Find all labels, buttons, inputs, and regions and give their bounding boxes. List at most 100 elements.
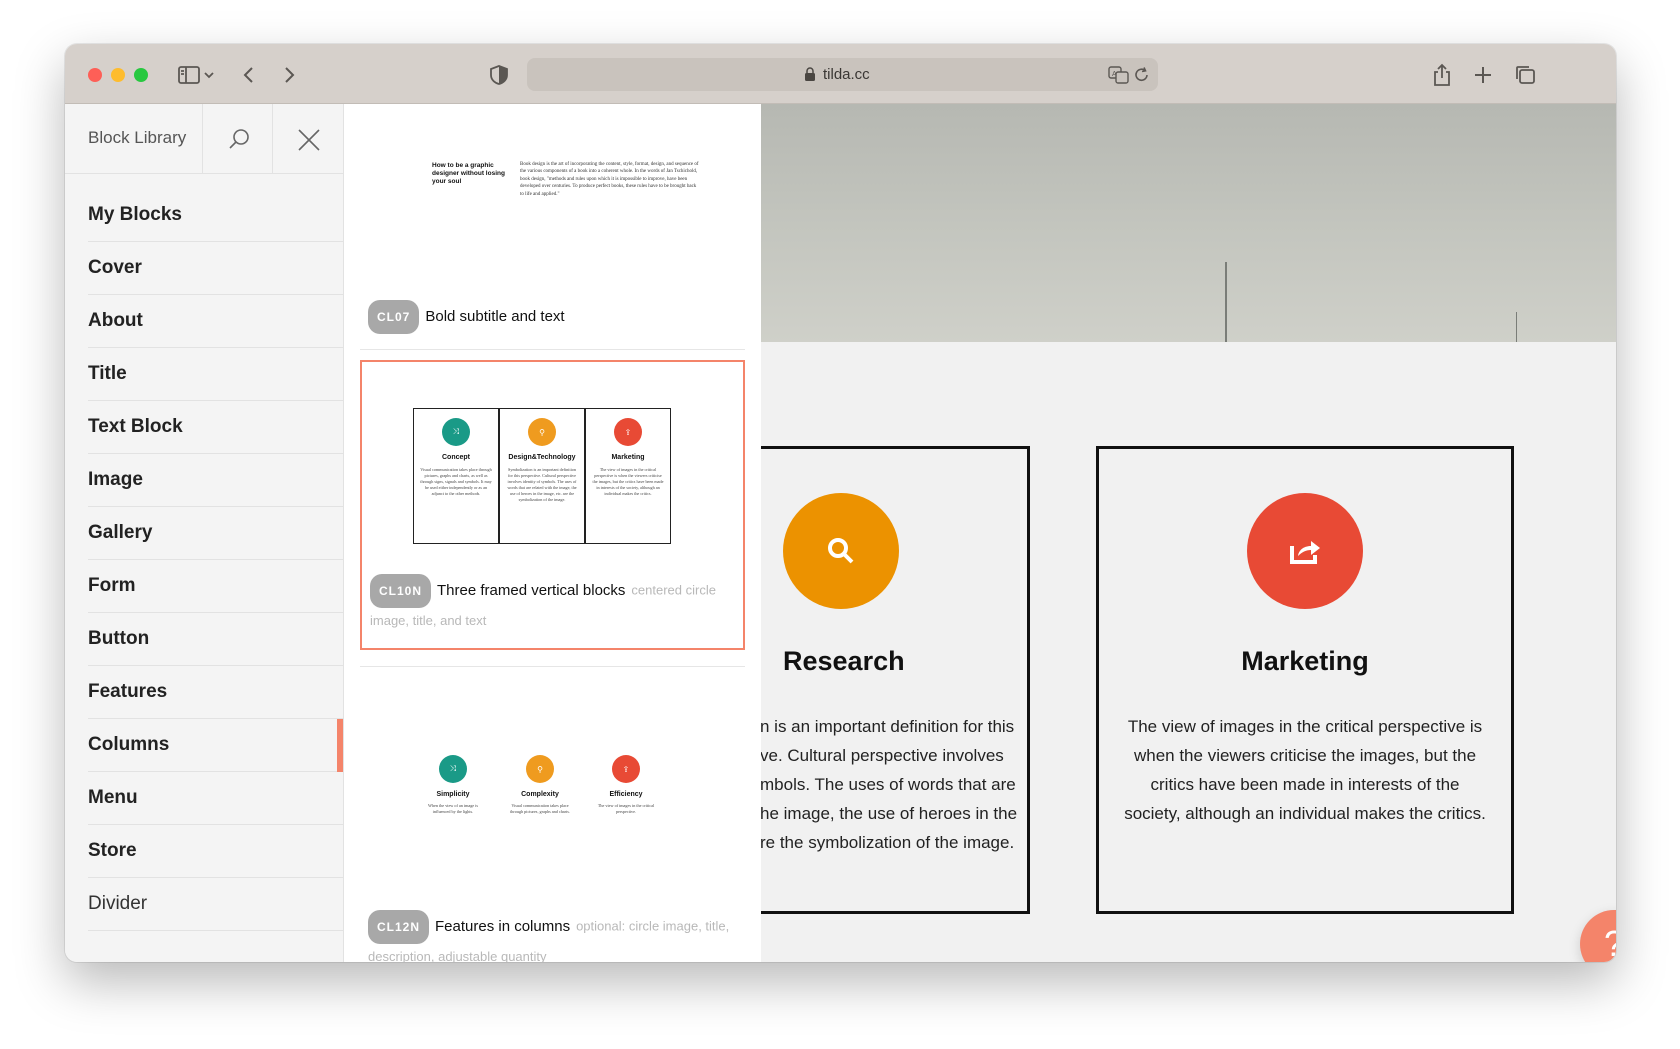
preview-item-title: Simplicity	[436, 791, 470, 798]
search-icon: ⚲	[526, 755, 554, 783]
text-line: n is an important definition for this	[761, 717, 1015, 736]
share-icon: ⇪	[612, 755, 640, 783]
question-mark-icon: ?	[1604, 923, 1616, 962]
preview-item-title: Complexity	[521, 791, 559, 798]
lock-icon	[804, 67, 816, 82]
column-text: The view of images in the critical persp…	[1099, 712, 1511, 828]
chevron-down-icon[interactable]	[201, 61, 217, 89]
zoom-window-button[interactable]	[134, 68, 148, 82]
text-line: he image, the use of heroes in the	[761, 804, 1018, 823]
block-caption: CL10N Three framed vertical blocks centere…	[370, 574, 735, 633]
text-line: The view of images in the critical persp…	[1127, 717, 1483, 736]
column-title: Research	[783, 646, 905, 676]
text-line: when the viewers criticise the images, b…	[1133, 746, 1477, 765]
sidebar-item-form[interactable]: Form	[88, 560, 343, 613]
block-title: Bold subtitle and text	[425, 307, 565, 325]
column-card-marketing[interactable]: Marketing The view of images in the crit…	[1096, 446, 1514, 914]
forward-arrow-icon[interactable]	[275, 61, 303, 89]
block-caption: CL12N Features in columns optional: circle…	[368, 910, 737, 962]
column-title: Marketing	[1241, 646, 1369, 676]
sidebar-item-features[interactable]: Features	[88, 666, 343, 719]
minimize-window-button[interactable]	[111, 68, 125, 82]
sidebar-item-menu[interactable]: Menu	[88, 772, 343, 825]
sidebar-toggle-icon[interactable]	[175, 61, 203, 89]
sidebar-item-divider[interactable]: Divider	[88, 878, 343, 931]
translate-icon[interactable]: A	[1108, 65, 1130, 85]
sidebar-item-cover[interactable]: Cover	[88, 242, 343, 295]
browser-window: tilda.cc A Block Library My Blocks Cover…	[65, 44, 1616, 962]
sidebar-item-about[interactable]: About	[88, 295, 343, 348]
search-icon	[229, 129, 249, 149]
preview-item-text: Symbolization is an important definition…	[507, 467, 577, 502]
reload-icon[interactable]	[1134, 66, 1150, 83]
address-bar[interactable]: tilda.cc A	[527, 58, 1158, 91]
sidebar-item-text-block[interactable]: Text Block	[88, 401, 343, 454]
block-card-cl07[interactable]: How to be a graphic designer without los…	[360, 104, 745, 350]
sidebar-item-title[interactable]: Title	[88, 348, 343, 401]
preview-item-title: Concept	[442, 454, 470, 461]
block-caption: CL07 Bold subtitle and text	[368, 300, 737, 334]
sidebar-item-my-blocks[interactable]: My Blocks	[88, 189, 343, 242]
text-line: ve. Cultural perspective involves	[761, 746, 1004, 765]
block-code-badge: CL10N	[370, 574, 432, 608]
privacy-shield-icon[interactable]	[485, 61, 513, 89]
preview-item-text: The view of images in the critical persp…	[597, 803, 655, 814]
block-code-badge: CL12N	[368, 910, 430, 944]
block-card-cl10n[interactable]: ⤨ Concept Visual communication takes pla…	[360, 360, 745, 650]
preview-item-title: Marketing	[611, 454, 645, 461]
sidebar-header: Block Library	[65, 104, 343, 174]
svg-text:A: A	[1112, 71, 1117, 78]
category-list: My Blocks Cover About Title Text Block I…	[65, 189, 343, 931]
preview-item-text: When the view of an image is influenced …	[427, 803, 478, 814]
block-card-cl12n[interactable]: ⤨ Simplicity When the view of an image i…	[360, 666, 745, 962]
text-line: re the symbolization of the image.	[761, 833, 1015, 852]
sidebar-item-store[interactable]: Store	[88, 825, 343, 878]
search-icon: ⚲	[528, 418, 556, 446]
close-library-button[interactable]	[272, 104, 343, 174]
share-icon[interactable]	[1428, 61, 1456, 89]
sidebar-title: Block Library	[88, 128, 187, 147]
block-previews-panel: How to be a graphic designer without los…	[344, 104, 761, 962]
preview-frame-concept: ⤨ Concept Visual communication takes pla…	[413, 408, 499, 544]
help-button[interactable]: ?	[1580, 910, 1616, 962]
sidebar-item-button[interactable]: Button	[88, 613, 343, 666]
preview-item-title: Design&Technology	[508, 454, 576, 461]
block-title: Three framed vertical blocks	[437, 581, 626, 599]
research-circle	[783, 493, 899, 609]
preview-text: Book design is the art of incorporating …	[520, 162, 699, 197]
shuffle-icon: ⤨	[442, 418, 470, 446]
hero-image	[761, 104, 1616, 342]
block-library-sidebar: Block Library My Blocks Cover About Titl…	[65, 104, 344, 962]
sidebar-item-image[interactable]: Image	[88, 454, 343, 507]
tab-overview-icon[interactable]	[1511, 61, 1539, 89]
url-text: tilda.cc	[823, 66, 870, 83]
marketing-circle	[1247, 493, 1363, 609]
preview-item-text: Visual communication takes place through…	[420, 467, 492, 496]
antenna-mast	[1516, 312, 1517, 342]
search-button[interactable]	[202, 104, 272, 174]
browser-toolbar: tilda.cc A	[65, 44, 1616, 104]
preview-frame-marketing: ⇪ Marketing The view of images in the cr…	[585, 408, 671, 544]
close-window-button[interactable]	[88, 68, 102, 82]
column-text: n is an important definition for this ve…	[761, 712, 1020, 857]
shuffle-icon: ⤨	[439, 755, 467, 783]
back-arrow-icon[interactable]	[235, 61, 263, 89]
preview-frame-design: ⚲ Design&Technology Symbolization is an …	[499, 408, 585, 544]
block-code-badge: CL07	[368, 300, 420, 334]
preview-heading: How to be a graphic designer without los…	[432, 162, 505, 185]
column-card-research[interactable]: Research n is an important definition fo…	[761, 446, 1030, 914]
share-icon: ⇪	[614, 418, 642, 446]
sidebar-item-columns[interactable]: Columns	[88, 719, 343, 772]
block-title: Features in columns	[435, 917, 571, 935]
page-canvas: Research n is an important definition fo…	[761, 104, 1616, 962]
preview-item-text: Visual communication takes place through…	[510, 803, 570, 814]
antenna-mast	[1225, 262, 1227, 342]
text-line: critics have been made in interests of t…	[1150, 775, 1460, 794]
search-icon	[828, 538, 854, 564]
close-icon	[298, 129, 320, 151]
new-tab-icon[interactable]	[1469, 61, 1497, 89]
preview-feature-efficiency: ⇪ Efficiency The view of images in the c…	[586, 755, 666, 835]
sidebar-item-gallery[interactable]: Gallery	[88, 507, 343, 560]
preview-item-text: The view of images in the critical persp…	[592, 467, 664, 496]
preview-feature-simplicity: ⤨ Simplicity When the view of an image i…	[413, 755, 493, 835]
